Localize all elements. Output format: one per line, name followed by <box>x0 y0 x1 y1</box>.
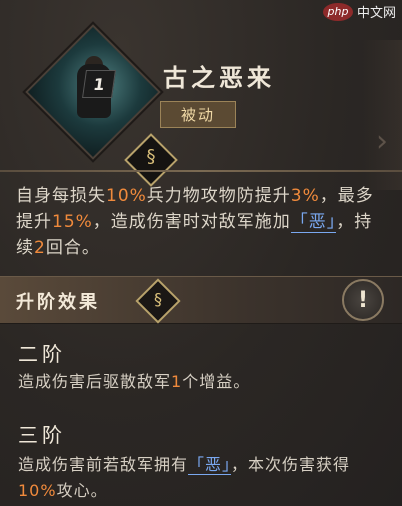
tier-text: 造成伤害前若敌军拥有 <box>18 455 189 474</box>
chevron-right-icon: › <box>376 124 388 159</box>
tier-3-description: 造成伤害前若敌军拥有「恶」，本次伤害获得 10%攻心。 <box>18 452 388 504</box>
tier-2-title: 二阶 <box>18 342 66 366</box>
desc-value: 15% <box>52 212 93 232</box>
tier-text: ，本次伤害获得 <box>231 455 351 474</box>
watermark: php 中文网 <box>322 2 396 21</box>
info-button[interactable]: ! <box>342 279 384 321</box>
skill-type-tag: 被动 <box>160 101 236 128</box>
skill-panel: 1 § 古之恶来 被动 › php 中文网 自身每损失10%兵力物攻物防提升3%… <box>0 0 402 506</box>
tier-value: 10% <box>18 481 57 500</box>
desc-text: ，造成伤害时对敌军施加 <box>92 212 291 232</box>
desc-value: 2 <box>34 238 46 258</box>
skill-title: 古之恶来 <box>163 63 275 92</box>
watermark-logo: php <box>322 2 353 21</box>
tier-text: 攻心。 <box>56 481 108 500</box>
tier-value: 1 <box>171 372 183 391</box>
skill-description: 自身每损失10%兵力物攻物防提升3%，最多提升15%，造成伤害时对敌军施加「恶」… <box>16 183 388 261</box>
skill-portrait: 1 § <box>22 21 178 187</box>
watermark-text: 中文网 <box>356 6 396 21</box>
skill-header: 1 § 古之恶来 被动 › php 中文网 <box>0 0 402 190</box>
tier-text: 造成伤害后驱散敌军 <box>18 372 172 391</box>
tier-3-title: 三阶 <box>18 423 66 447</box>
desc-value: 10% <box>106 186 147 206</box>
cloud-emblem-icon: § <box>124 133 178 187</box>
header-decoration <box>362 40 402 190</box>
cloud-emblem-icon: § <box>135 278 181 324</box>
tier-2-description: 造成伤害后驱散敌军1个增益。 <box>18 369 388 395</box>
desc-text: 回合。 <box>45 238 100 258</box>
desc-text: 兵力物攻物防提升 <box>146 186 291 206</box>
desc-value: 3% <box>290 186 320 206</box>
status-link-evil[interactable]: 「恶」 <box>290 212 337 233</box>
tier-text: 个增益。 <box>182 372 251 391</box>
status-link-evil[interactable]: 「恶」 <box>188 455 232 475</box>
upgrade-label: 升阶效果 <box>16 292 100 313</box>
level-badge: 1 <box>82 70 116 98</box>
desc-text: 自身每损失 <box>16 186 106 206</box>
divider <box>0 170 402 172</box>
